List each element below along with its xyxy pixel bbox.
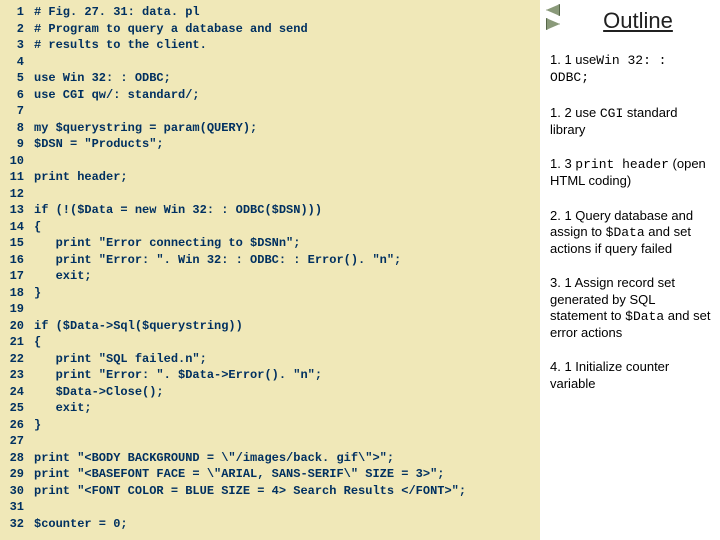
code-line: print "<FONT COLOR = BLUE SIZE = 4> Sear… <box>34 483 540 500</box>
code-line: if ($Data->Sql($querystring)) <box>34 318 540 335</box>
code-line <box>34 153 540 170</box>
code-line: use Win 32: : ODBC; <box>34 70 540 87</box>
next-icon[interactable] <box>546 18 560 30</box>
code-line: exit; <box>34 400 540 417</box>
outline-item-lead: 1. 3 <box>550 156 575 171</box>
code-line <box>34 433 540 450</box>
code-line: use CGI qw/: standard/; <box>34 87 540 104</box>
outline-item: 1. 3 print header (open HTML coding) <box>550 156 712 190</box>
line-number: 18 <box>0 285 28 302</box>
line-number: 22 <box>0 351 28 368</box>
line-number: 6 <box>0 87 28 104</box>
code-line <box>34 103 540 120</box>
outline-item: 1. 2 use CGI standard library <box>550 105 712 139</box>
line-number: 12 <box>0 186 28 203</box>
outline-list: 1. 1 useWin 32: : ODBC; 1. 2 use CGI stan… <box>550 52 712 392</box>
outline-item-code: $Data <box>606 225 645 240</box>
code-line <box>34 54 540 71</box>
line-number: 9 <box>0 136 28 153</box>
nav-icons <box>546 4 562 32</box>
line-number: 20 <box>0 318 28 335</box>
code-line: my $querystring = param(QUERY); <box>34 120 540 137</box>
code-line <box>34 499 540 516</box>
line-number: 19 <box>0 301 28 318</box>
outline-title: Outline <box>550 8 712 34</box>
code-pane: 1234567891011121314151617181920212223242… <box>0 0 540 540</box>
code-line: # Fig. 27. 31: data. pl <box>34 4 540 21</box>
line-number: 1 <box>0 4 28 21</box>
code-line: print "<BASEFONT FACE = \"ARIAL, SANS-SE… <box>34 466 540 483</box>
line-number: 13 <box>0 202 28 219</box>
prev-icon[interactable] <box>546 4 560 16</box>
code-line: { <box>34 219 540 236</box>
code-line: } <box>34 285 540 302</box>
code-line: # results to the client. <box>34 37 540 54</box>
line-number: 14 <box>0 219 28 236</box>
line-number: 32 <box>0 516 28 533</box>
line-number: 27 <box>0 433 28 450</box>
code-line: { <box>34 334 540 351</box>
outline-item-code: $Data <box>625 309 664 324</box>
line-number: 11 <box>0 169 28 186</box>
code-line: print header; <box>34 169 540 186</box>
outline-item-code: print header <box>575 157 669 172</box>
line-number: 3 <box>0 37 28 54</box>
outline-item: 2. 1 Query database and assign to $Data … <box>550 208 712 258</box>
line-number: 16 <box>0 252 28 269</box>
code-line <box>34 301 540 318</box>
code-line: $counter = 0; <box>34 516 540 533</box>
code-line: # Program to query a database and send <box>34 21 540 38</box>
code-listing: # Fig. 27. 31: data. pl# Program to quer… <box>28 0 540 540</box>
outline-item: 4. 1 Initialize counter variable <box>550 359 712 392</box>
line-number: 15 <box>0 235 28 252</box>
outline-item-code: CGI <box>600 106 623 121</box>
line-number: 21 <box>0 334 28 351</box>
code-line: $Data->Close(); <box>34 384 540 401</box>
line-number: 25 <box>0 400 28 417</box>
line-number: 23 <box>0 367 28 384</box>
line-number: 8 <box>0 120 28 137</box>
line-number: 26 <box>0 417 28 434</box>
line-number: 30 <box>0 483 28 500</box>
line-number: 28 <box>0 450 28 467</box>
outline-item: 1. 1 useWin 32: : ODBC; <box>550 52 712 87</box>
code-line <box>34 186 540 203</box>
outline-item-lead: 1. 1 use <box>550 52 596 67</box>
code-line: print "<BODY BACKGROUND = \"/images/back… <box>34 450 540 467</box>
code-line: } <box>34 417 540 434</box>
outline-item-lead: 4. 1 Initialize counter variable <box>550 359 669 390</box>
line-number-gutter: 1234567891011121314151617181920212223242… <box>0 0 28 540</box>
code-line: $DSN = "Products"; <box>34 136 540 153</box>
line-number: 5 <box>0 70 28 87</box>
outline-item: 3. 1 Assign record set generated by SQL … <box>550 275 712 341</box>
line-number: 4 <box>0 54 28 71</box>
line-number: 31 <box>0 499 28 516</box>
code-line: print "SQL failed.n"; <box>34 351 540 368</box>
line-number: 17 <box>0 268 28 285</box>
line-number: 24 <box>0 384 28 401</box>
code-line: if (!($Data = new Win 32: : ODBC($DSN))) <box>34 202 540 219</box>
line-number: 10 <box>0 153 28 170</box>
outline-pane: Outline 1. 1 useWin 32: : ODBC; 1. 2 use … <box>540 0 720 540</box>
outline-item-lead: 1. 2 use <box>550 105 600 120</box>
line-number: 29 <box>0 466 28 483</box>
line-number: 2 <box>0 21 28 38</box>
code-line: print "Error: ". $Data->Error(). "n"; <box>34 367 540 384</box>
code-line: print "Error: ". Win 32: : ODBC: : Error… <box>34 252 540 269</box>
code-line: print "Error connecting to $DSNn"; <box>34 235 540 252</box>
code-line: exit; <box>34 268 540 285</box>
line-number: 7 <box>0 103 28 120</box>
